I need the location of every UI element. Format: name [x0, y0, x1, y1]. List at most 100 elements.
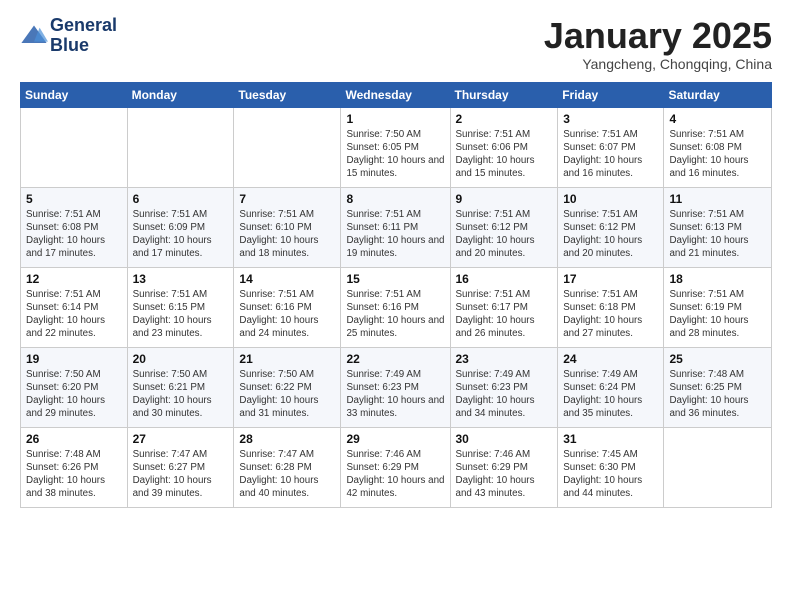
day-info: Sunrise: 7:51 AM Sunset: 6:10 PM Dayligh… [239, 208, 335, 261]
calendar-week-row: 1 Sunrise: 7:50 AM Sunset: 6:05 PM Daylig… [21, 107, 772, 187]
day-info: Sunrise: 7:48 AM Sunset: 6:25 PM Dayligh… [669, 368, 766, 421]
calendar-cell: 28 Sunrise: 7:47 AM Sunset: 6:28 PM Dayli… [234, 427, 341, 507]
day-number: 31 [563, 432, 658, 446]
calendar-header-friday: Friday [558, 82, 664, 107]
day-number: 1 [346, 112, 444, 126]
day-info: Sunrise: 7:51 AM Sunset: 6:17 PM Dayligh… [456, 288, 553, 341]
calendar-cell [234, 107, 341, 187]
calendar-header-monday: Monday [127, 82, 234, 107]
day-info: Sunrise: 7:51 AM Sunset: 6:15 PM Dayligh… [133, 288, 229, 341]
month-title: January 2025 [544, 16, 772, 56]
day-number: 15 [346, 272, 444, 286]
day-number: 2 [456, 112, 553, 126]
logo-line2: Blue [50, 36, 117, 56]
day-number: 30 [456, 432, 553, 446]
calendar-header-wednesday: Wednesday [341, 82, 450, 107]
day-info: Sunrise: 7:49 AM Sunset: 6:24 PM Dayligh… [563, 368, 658, 421]
logo-line1: General [50, 16, 117, 36]
day-info: Sunrise: 7:51 AM Sunset: 6:12 PM Dayligh… [456, 208, 553, 261]
logo: General Blue [20, 16, 117, 56]
day-info: Sunrise: 7:51 AM Sunset: 6:12 PM Dayligh… [563, 208, 658, 261]
day-number: 3 [563, 112, 658, 126]
calendar-cell: 13Sunrise: 7:51 AM Sunset: 6:15 PM Dayli… [127, 267, 234, 347]
day-info: Sunrise: 7:51 AM Sunset: 6:06 PM Dayligh… [456, 128, 553, 181]
calendar-cell: 12 Sunrise: 7:51 AM Sunset: 6:14 PM Dayli… [21, 267, 128, 347]
calendar-cell: 16Sunrise: 7:51 AM Sunset: 6:17 PM Dayli… [450, 267, 558, 347]
day-number: 4 [669, 112, 766, 126]
calendar-cell [21, 107, 128, 187]
day-info: Sunrise: 7:51 AM Sunset: 6:14 PM Dayligh… [26, 288, 122, 341]
day-number: 8 [346, 192, 444, 206]
day-info: Sunrise: 7:49 AM Sunset: 6:23 PM Dayligh… [346, 368, 444, 421]
calendar-header-row: SundayMondayTuesdayWednesdayThursdayFrid… [21, 82, 772, 107]
calendar-header-thursday: Thursday [450, 82, 558, 107]
logo-icon [20, 22, 48, 50]
day-number: 27 [133, 432, 229, 446]
day-number: 26 [26, 432, 122, 446]
day-number: 12 [26, 272, 122, 286]
day-number: 6 [133, 192, 229, 206]
day-number: 22 [346, 352, 444, 366]
day-info: Sunrise: 7:51 AM Sunset: 6:18 PM Dayligh… [563, 288, 658, 341]
day-number: 29 [346, 432, 444, 446]
calendar-cell: 30 Sunrise: 7:46 AM Sunset: 6:29 PM Dayli… [450, 427, 558, 507]
day-number: 18 [669, 272, 766, 286]
calendar-header-sunday: Sunday [21, 82, 128, 107]
day-info: Sunrise: 7:51 AM Sunset: 6:07 PM Dayligh… [563, 128, 658, 181]
day-info: Sunrise: 7:47 AM Sunset: 6:28 PM Dayligh… [239, 448, 335, 501]
calendar-week-row: 19 Sunrise: 7:50 AM Sunset: 6:20 PM Dayli… [21, 347, 772, 427]
calendar-cell: 7Sunrise: 7:51 AM Sunset: 6:10 PM Daylig… [234, 187, 341, 267]
day-number: 21 [239, 352, 335, 366]
day-number: 25 [669, 352, 766, 366]
calendar-cell: 8Sunrise: 7:51 AM Sunset: 6:11 PM Daylig… [341, 187, 450, 267]
day-number: 19 [26, 352, 122, 366]
calendar-cell: 15 Sunrise: 7:51 AM Sunset: 6:16 PM Dayli… [341, 267, 450, 347]
calendar-cell: 25 Sunrise: 7:48 AM Sunset: 6:25 PM Dayli… [664, 347, 772, 427]
day-info: Sunrise: 7:45 AM Sunset: 6:30 PM Dayligh… [563, 448, 658, 501]
day-number: 24 [563, 352, 658, 366]
calendar-cell: 21 Sunrise: 7:50 AM Sunset: 6:22 PM Dayli… [234, 347, 341, 427]
calendar-header-tuesday: Tuesday [234, 82, 341, 107]
day-number: 20 [133, 352, 229, 366]
calendar-cell: 18Sunrise: 7:51 AM Sunset: 6:19 PM Dayli… [664, 267, 772, 347]
calendar-cell [127, 107, 234, 187]
calendar-cell: 23Sunrise: 7:49 AM Sunset: 6:23 PM Dayli… [450, 347, 558, 427]
day-number: 9 [456, 192, 553, 206]
calendar-table: SundayMondayTuesdayWednesdayThursdayFrid… [20, 82, 772, 508]
day-info: Sunrise: 7:48 AM Sunset: 6:26 PM Dayligh… [26, 448, 122, 501]
day-info: Sunrise: 7:51 AM Sunset: 6:08 PM Dayligh… [669, 128, 766, 181]
day-number: 10 [563, 192, 658, 206]
calendar-cell: 31 Sunrise: 7:45 AM Sunset: 6:30 PM Dayli… [558, 427, 664, 507]
day-info: Sunrise: 7:51 AM Sunset: 6:16 PM Dayligh… [346, 288, 444, 341]
calendar-cell: 20 Sunrise: 7:50 AM Sunset: 6:21 PM Dayli… [127, 347, 234, 427]
calendar-cell: 9 Sunrise: 7:51 AM Sunset: 6:12 PM Daylig… [450, 187, 558, 267]
day-info: Sunrise: 7:50 AM Sunset: 6:21 PM Dayligh… [133, 368, 229, 421]
day-number: 17 [563, 272, 658, 286]
title-block: January 2025 Yangcheng, Chongqing, China [544, 16, 772, 72]
day-info: Sunrise: 7:50 AM Sunset: 6:22 PM Dayligh… [239, 368, 335, 421]
calendar-cell: 2 Sunrise: 7:51 AM Sunset: 6:06 PM Daylig… [450, 107, 558, 187]
calendar-week-row: 5Sunrise: 7:51 AM Sunset: 6:08 PM Daylig… [21, 187, 772, 267]
day-info: Sunrise: 7:47 AM Sunset: 6:27 PM Dayligh… [133, 448, 229, 501]
day-info: Sunrise: 7:50 AM Sunset: 6:20 PM Dayligh… [26, 368, 122, 421]
day-info: Sunrise: 7:51 AM Sunset: 6:13 PM Dayligh… [669, 208, 766, 261]
day-number: 14 [239, 272, 335, 286]
day-info: Sunrise: 7:46 AM Sunset: 6:29 PM Dayligh… [456, 448, 553, 501]
day-info: Sunrise: 7:50 AM Sunset: 6:05 PM Dayligh… [346, 128, 444, 181]
day-number: 11 [669, 192, 766, 206]
calendar-cell: 27 Sunrise: 7:47 AM Sunset: 6:27 PM Dayli… [127, 427, 234, 507]
day-number: 23 [456, 352, 553, 366]
day-info: Sunrise: 7:51 AM Sunset: 6:16 PM Dayligh… [239, 288, 335, 341]
day-info: Sunrise: 7:51 AM Sunset: 6:09 PM Dayligh… [133, 208, 229, 261]
calendar-cell: 1 Sunrise: 7:50 AM Sunset: 6:05 PM Daylig… [341, 107, 450, 187]
calendar-cell: 29 Sunrise: 7:46 AM Sunset: 6:29 PM Dayli… [341, 427, 450, 507]
calendar-cell: 14 Sunrise: 7:51 AM Sunset: 6:16 PM Dayli… [234, 267, 341, 347]
calendar-cell: 11 Sunrise: 7:51 AM Sunset: 6:13 PM Dayli… [664, 187, 772, 267]
calendar-cell: 5Sunrise: 7:51 AM Sunset: 6:08 PM Daylig… [21, 187, 128, 267]
logo-text: General Blue [50, 16, 117, 56]
day-number: 28 [239, 432, 335, 446]
day-info: Sunrise: 7:46 AM Sunset: 6:29 PM Dayligh… [346, 448, 444, 501]
subtitle: Yangcheng, Chongqing, China [544, 56, 772, 72]
calendar-cell: 6 Sunrise: 7:51 AM Sunset: 6:09 PM Daylig… [127, 187, 234, 267]
calendar-cell: 22 Sunrise: 7:49 AM Sunset: 6:23 PM Dayli… [341, 347, 450, 427]
